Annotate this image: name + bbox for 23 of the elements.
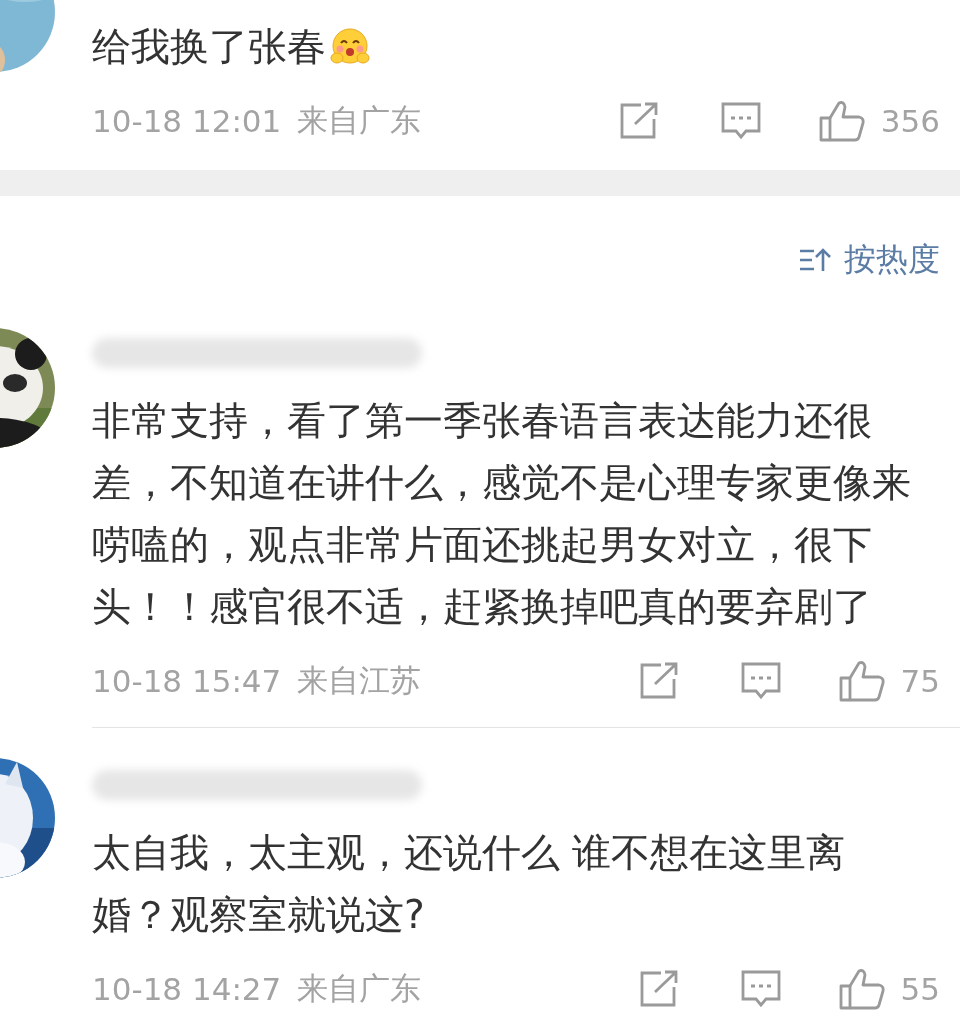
share-icon[interactable] [618,102,659,140]
like-icon[interactable] [838,968,885,1010]
like-count: 356 [880,103,940,139]
comment-location: 来自广东 [297,969,422,1008]
comment-text: 给我换了张春 [92,16,912,78]
share-icon[interactable] [638,970,679,1008]
comment-icon[interactable] [740,661,781,701]
like-count: 55 [900,971,940,1007]
comment-time: 10-18 15:47 [92,663,282,699]
comment-location: 来自江苏 [297,661,422,700]
comment-text: 太自我，太主观，还说什么 谁不想在这里离婚？观察室就说这? [92,829,847,939]
sort-icon [798,247,832,273]
comment-icon[interactable] [720,101,761,141]
comment-text: 非常支持，看了第一季张春语言表达能力还很差，不知道在讲什么，感觉不是心理专家更像来唠嗑的，观点非常片面还挑起男女对立，很下头！！感官很不适，赶紧换掉吧真的要弃剧了 [92,397,912,631]
sort-button[interactable]: 按热度 [798,235,940,285]
comment-location: 来自广东 [297,101,422,140]
share-icon[interactable] [638,662,679,700]
comment-icon[interactable] [740,969,781,1009]
like-icon[interactable] [838,660,885,702]
like-icon[interactable] [818,100,865,142]
like-count: 75 [900,663,940,699]
comment-time: 10-18 14:27 [92,971,282,1007]
comment-time: 10-18 12:01 [92,103,282,139]
